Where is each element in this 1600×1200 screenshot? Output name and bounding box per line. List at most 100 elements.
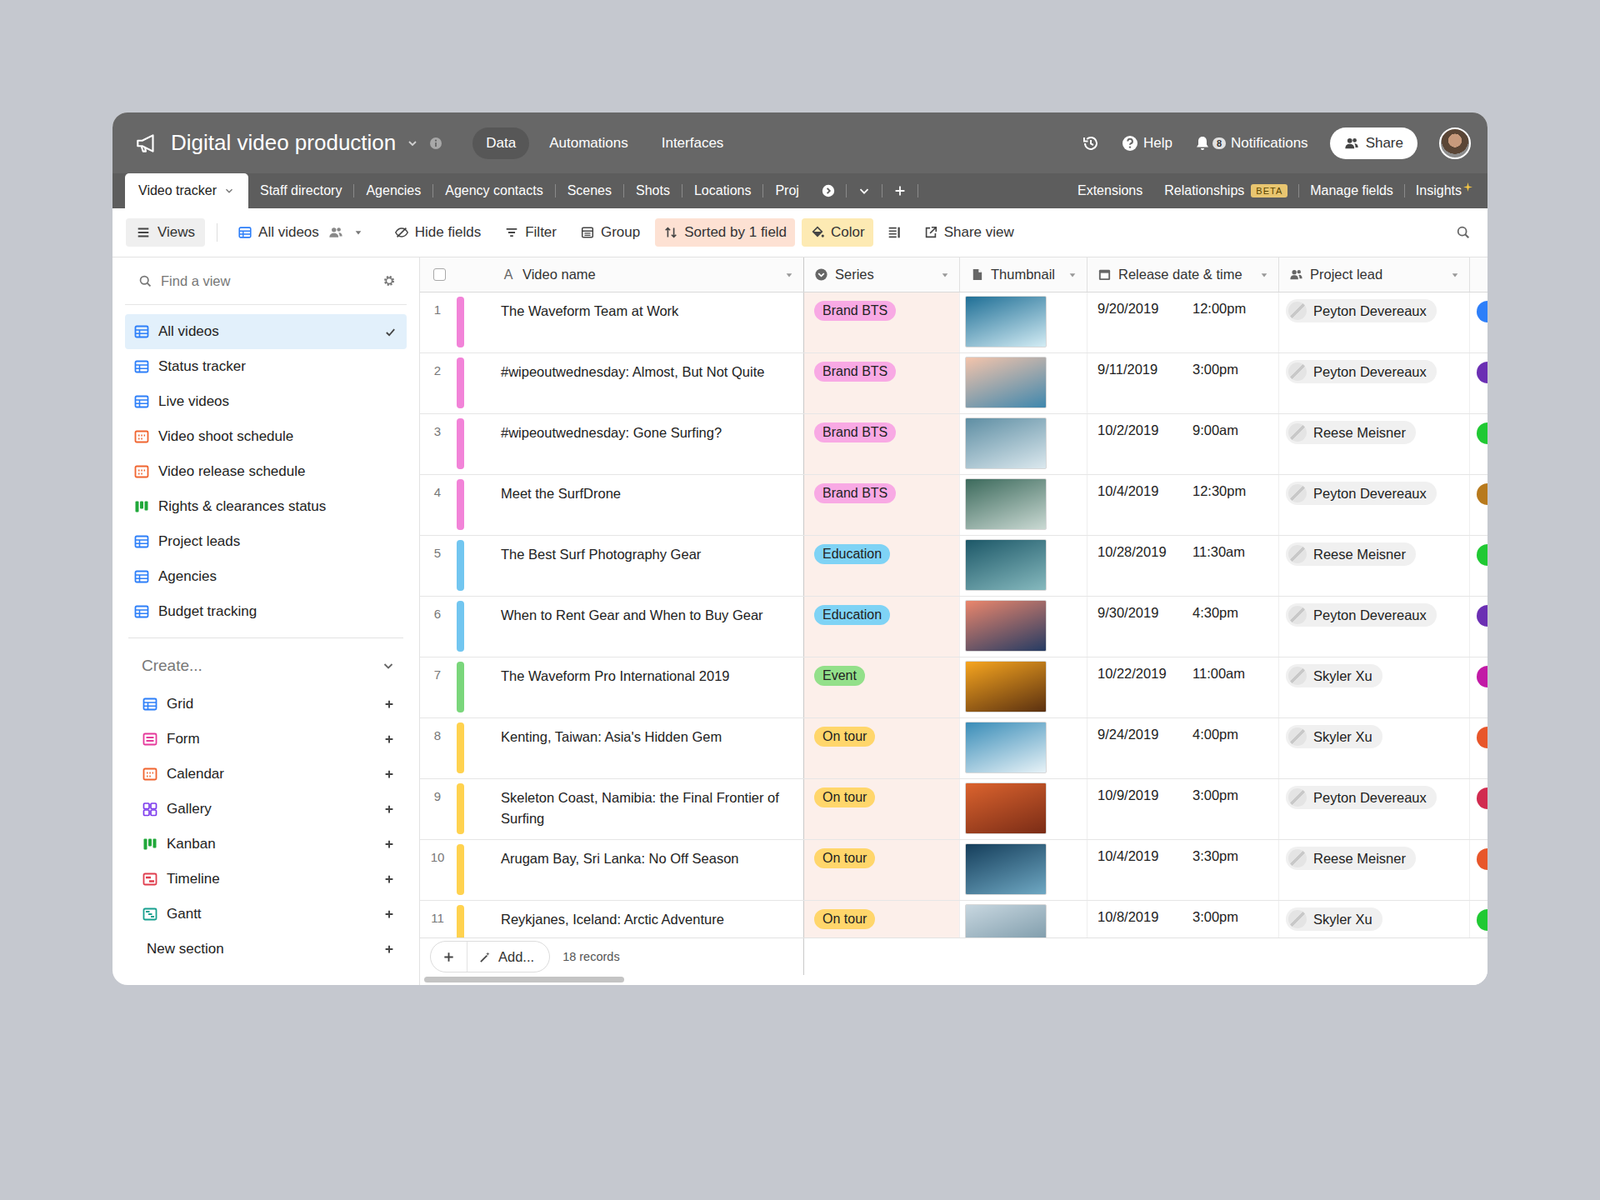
column-header[interactable]: Series — [804, 257, 960, 292]
horizontal-scrollbar[interactable] — [420, 975, 1488, 985]
table-cell[interactable]: 10/28/201911:30am — [1087, 535, 1280, 596]
create-view-item[interactable]: Grid — [125, 686, 407, 722]
create-view-item[interactable]: Calendar — [125, 756, 407, 792]
plus-icon[interactable] — [383, 873, 395, 885]
base-title[interactable]: Digital video production — [170, 130, 396, 156]
chevron-down-icon[interactable] — [223, 185, 235, 197]
table-row[interactable]: 4Meet the SurfDroneBrand BTS10/4/201912:… — [420, 475, 1488, 536]
add-record-button[interactable] — [430, 941, 468, 972]
view-item[interactable]: Status tracker — [125, 349, 407, 385]
view-item[interactable]: Video release schedule — [125, 454, 407, 490]
view-item[interactable]: Live videos — [125, 384, 407, 420]
table-cell[interactable]: 9/24/20194:00pm — [1087, 718, 1280, 779]
column-header[interactable]: AVideo name — [490, 257, 805, 292]
table-cell[interactable]: Reese Meisner — [1279, 840, 1470, 900]
table-cell[interactable]: Skyler Xu — [1279, 718, 1470, 779]
table-row[interactable]: 9Skeleton Coast, Namibia: the Final Fron… — [420, 779, 1488, 840]
table-cell[interactable] — [960, 718, 1088, 779]
table-cell[interactable]: 10/8/20193:00pm — [1087, 900, 1280, 938]
plus-icon[interactable] — [383, 943, 395, 955]
thumbnail-image[interactable] — [965, 295, 1047, 348]
view-item[interactable]: Agencies — [125, 559, 407, 595]
table-row[interactable]: 2#wipeoutwednesday: Almost, But Not Quit… — [420, 353, 1488, 415]
table-cell[interactable] — [960, 475, 1088, 535]
plus-icon[interactable] — [383, 908, 395, 920]
table-tab[interactable]: Agency contacts — [433, 173, 555, 209]
table-cell[interactable]: 10/22/201911:00am — [1087, 657, 1280, 718]
add-table-icon[interactable] — [892, 183, 908, 199]
thumbnail-image[interactable] — [965, 356, 1047, 409]
table-row[interactable]: 10Arugam Bay, Sri Lanka: No Off SeasonOn… — [420, 840, 1488, 901]
column-header[interactable]: Project lead — [1279, 257, 1470, 292]
table-cell[interactable] — [1470, 779, 1488, 840]
current-view-button[interactable]: All videos — [229, 218, 371, 247]
plus-icon[interactable] — [383, 803, 395, 815]
user-avatar[interactable] — [1439, 127, 1471, 160]
table-cell[interactable]: 10/2/20199:00am — [1087, 414, 1280, 475]
search-placeholder[interactable]: Find a view — [160, 273, 230, 290]
caret-down-icon[interactable] — [1260, 270, 1269, 280]
table-cell[interactable] — [1470, 657, 1488, 718]
table-cell[interactable]: #wipeoutwednesday: Gone Surfing? — [490, 414, 805, 475]
scrollbar-thumb[interactable] — [424, 976, 625, 983]
create-view-item[interactable]: Form — [125, 721, 407, 757]
table-tab[interactable]: Staff directory — [248, 173, 354, 209]
table-cell[interactable] — [960, 657, 1088, 718]
notifications-button[interactable]: 8Notifications — [1194, 135, 1309, 152]
chevron-down-icon[interactable] — [856, 183, 872, 199]
table-cell[interactable]: Brand BTS — [804, 353, 960, 414]
share-button[interactable]: Share — [1330, 127, 1418, 160]
table-cell[interactable] — [1470, 596, 1488, 657]
create-view-item[interactable]: Gantt — [125, 896, 407, 932]
plus-icon[interactable] — [383, 838, 395, 850]
table-cell[interactable]: Brand BTS — [804, 292, 960, 353]
table-cell[interactable] — [960, 596, 1088, 657]
column-header[interactable] — [1470, 257, 1488, 292]
table-cell[interactable] — [1470, 414, 1488, 475]
view-item[interactable]: Video shoot schedule — [125, 419, 407, 455]
table-cell[interactable] — [1470, 840, 1488, 900]
create-view-item[interactable]: Gallery — [125, 791, 407, 827]
select-all-checkbox[interactable] — [433, 268, 446, 281]
create-view-item[interactable]: Kanban — [125, 826, 407, 862]
table-cell[interactable] — [1470, 353, 1488, 414]
table-tab[interactable]: Locations — [682, 173, 764, 209]
table-cell[interactable]: 9/20/201912:00pm — [1087, 292, 1280, 353]
sort-button[interactable]: Sorted by 1 field — [655, 218, 795, 247]
info-icon[interactable] — [429, 136, 443, 150]
row-height-icon[interactable] — [886, 225, 902, 240]
nav-item[interactable]: Automations — [535, 127, 642, 160]
table-tab[interactable]: Agencies — [354, 173, 433, 209]
thumbnail-image[interactable] — [965, 782, 1047, 835]
table-cell[interactable]: Peyton Devereaux — [1279, 596, 1470, 657]
thumbnail-image[interactable] — [965, 660, 1047, 713]
table-cell[interactable]: On tour — [804, 718, 960, 779]
table-cell[interactable] — [1470, 718, 1488, 779]
table-cell[interactable] — [960, 535, 1088, 596]
table-cell[interactable]: Kenting, Taiwan: Asia's Hidden Gem — [490, 718, 805, 779]
table-cell[interactable]: 10/4/201912:30pm — [1087, 475, 1280, 535]
table-cell[interactable]: Brand BTS — [804, 475, 960, 535]
column-header[interactable]: Release date & time — [1087, 257, 1280, 292]
table-row[interactable]: 7The Waveform Pro International 2019Even… — [420, 657, 1488, 719]
plus-icon[interactable] — [383, 698, 395, 710]
table-cell[interactable]: 9/11/20193:00pm — [1087, 353, 1280, 414]
table-tab[interactable]: Shots — [624, 173, 682, 209]
table-cell[interactable]: On tour — [804, 840, 960, 900]
nav-item[interactable]: Interfaces — [648, 127, 738, 160]
table-tab[interactable]: Scenes — [555, 173, 624, 209]
thumbnail-image[interactable] — [965, 417, 1047, 470]
table-cell[interactable] — [960, 353, 1088, 414]
table-cell[interactable]: Skeleton Coast, Namibia: the Final Front… — [490, 779, 805, 840]
table-row[interactable]: 11Reykjanes, Iceland: Arctic AdventureOn… — [420, 900, 1488, 938]
table-cell[interactable] — [1470, 535, 1488, 596]
table-cell[interactable]: Reese Meisner — [1279, 414, 1470, 475]
table-cell[interactable]: Meet the SurfDrone — [490, 475, 805, 535]
plus-icon[interactable] — [383, 768, 395, 780]
table-cell[interactable]: 10/9/20193:00pm — [1087, 779, 1280, 840]
table-tab[interactable]: Proj — [763, 173, 810, 209]
table-cell[interactable]: Reykjanes, Iceland: Arctic Adventure — [490, 900, 805, 938]
table-row[interactable]: 6When to Rent Gear and When to Buy GearE… — [420, 596, 1488, 658]
extensions-button[interactable]: Extensions — [1066, 183, 1154, 199]
table-cell[interactable]: On tour — [804, 779, 960, 840]
